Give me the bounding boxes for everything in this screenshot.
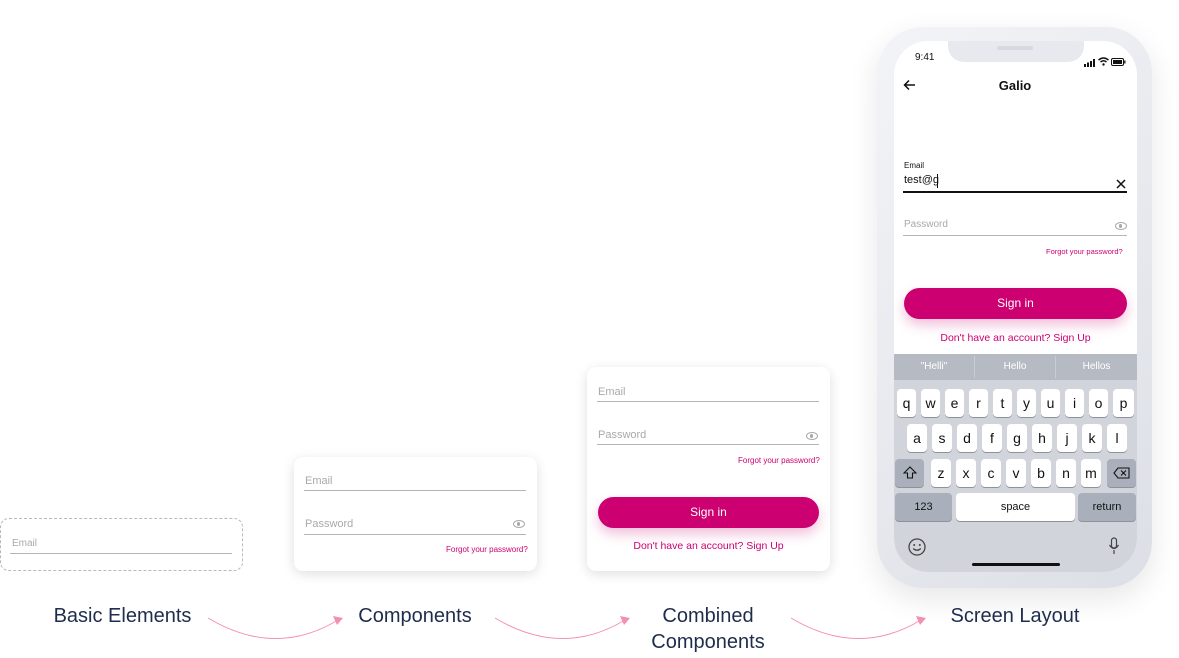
key-h[interactable]: h (1032, 424, 1052, 452)
forgot-password-link[interactable]: Forgot your password? (446, 545, 528, 554)
key-g[interactable]: g (1007, 424, 1027, 452)
suggestion-1[interactable]: "Helli" (894, 354, 974, 380)
nav-title: Galio (998, 78, 1032, 93)
key-b[interactable]: b (1031, 459, 1051, 487)
space-key[interactable]: space (956, 493, 1075, 521)
forgot-password-link[interactable]: Forgot your password? (738, 456, 820, 465)
password-placeholder[interactable]: Password (904, 219, 948, 230)
key-u[interactable]: u (1041, 389, 1060, 417)
backspace-icon (1113, 467, 1130, 479)
numbers-key[interactable]: 123 (895, 493, 952, 521)
key-s[interactable]: s (932, 424, 952, 452)
key-x[interactable]: x (956, 459, 976, 487)
key-v[interactable]: v (1006, 459, 1026, 487)
key-p[interactable]: p (1113, 389, 1134, 417)
key-e[interactable]: e (945, 389, 964, 417)
key-k[interactable]: k (1082, 424, 1102, 452)
key-i[interactable]: i (1065, 389, 1084, 417)
email-underline[interactable] (10, 553, 232, 554)
caption-components: Components (358, 605, 472, 627)
email-field[interactable] (304, 490, 526, 491)
sign-in-button[interactable]: Sign in (904, 288, 1127, 319)
status-time: 9:41 (915, 52, 935, 63)
password-field[interactable] (304, 534, 526, 535)
home-indicator (972, 563, 1060, 566)
flow-arrow-icon (207, 616, 343, 639)
key-l[interactable]: l (1107, 424, 1127, 452)
battery-icon (1111, 53, 1126, 71)
key-f[interactable]: f (982, 424, 1002, 452)
caption-screen-layout: Screen Layout (950, 605, 1080, 627)
key-d[interactable]: d (957, 424, 977, 452)
email-field[interactable] (903, 191, 1127, 193)
eye-icon[interactable] (806, 432, 818, 440)
email-field[interactable] (597, 401, 819, 402)
shift-key[interactable] (895, 459, 924, 487)
key-j[interactable]: j (1057, 424, 1077, 452)
back-arrow-icon[interactable] (903, 78, 916, 96)
key-r[interactable]: r (969, 389, 988, 417)
flow-arrow-icon (790, 616, 926, 639)
key-c[interactable]: c (981, 459, 1001, 487)
password-field[interactable] (903, 235, 1127, 236)
eye-icon[interactable] (1115, 222, 1127, 230)
key-o[interactable]: o (1089, 389, 1108, 417)
delete-key[interactable] (1107, 459, 1136, 487)
email-label: Email (305, 475, 333, 487)
return-key[interactable]: return (1078, 493, 1136, 521)
password-label: Password (598, 429, 647, 441)
microphone-icon[interactable] (1108, 537, 1120, 561)
caption-combined-line1: Combined (662, 605, 754, 627)
caption-basic-elements: Basic Elements (53, 605, 192, 627)
sign-up-link[interactable]: Don't have an account? Sign Up (904, 332, 1127, 344)
suggestion-3[interactable]: Hellos (1056, 354, 1137, 380)
key-t[interactable]: t (993, 389, 1012, 417)
speaker (997, 46, 1033, 50)
forgot-password-link[interactable]: Forgot your password? (1046, 247, 1123, 256)
password-field[interactable] (597, 444, 819, 445)
wifi-icon (1098, 53, 1109, 71)
sign-in-button[interactable]: Sign in (598, 497, 819, 528)
sign-up-link[interactable]: Don't have an account? Sign Up (598, 540, 819, 552)
key-w[interactable]: w (921, 389, 940, 417)
key-y[interactable]: y (1017, 389, 1036, 417)
flow-arrow-icon (494, 616, 630, 639)
key-z[interactable]: z (931, 459, 951, 487)
signal-icon (1084, 54, 1096, 72)
email-label: Email (904, 161, 925, 170)
key-a[interactable]: a (907, 424, 927, 452)
email-input-value[interactable]: test@g (904, 174, 939, 186)
phone-notch (948, 41, 1084, 62)
key-n[interactable]: n (1056, 459, 1076, 487)
eye-icon[interactable] (513, 520, 525, 528)
key-m[interactable]: m (1081, 459, 1101, 487)
key-q[interactable]: q (897, 389, 916, 417)
text-cursor (937, 174, 938, 188)
email-label: Email (598, 386, 626, 398)
emoji-icon[interactable] (908, 538, 926, 561)
password-label: Password (305, 518, 354, 530)
suggestion-2[interactable]: Hello (975, 354, 1055, 380)
caption-combined-line2: Components (651, 631, 765, 653)
email-label: Email (12, 538, 38, 549)
shift-icon (902, 466, 917, 479)
